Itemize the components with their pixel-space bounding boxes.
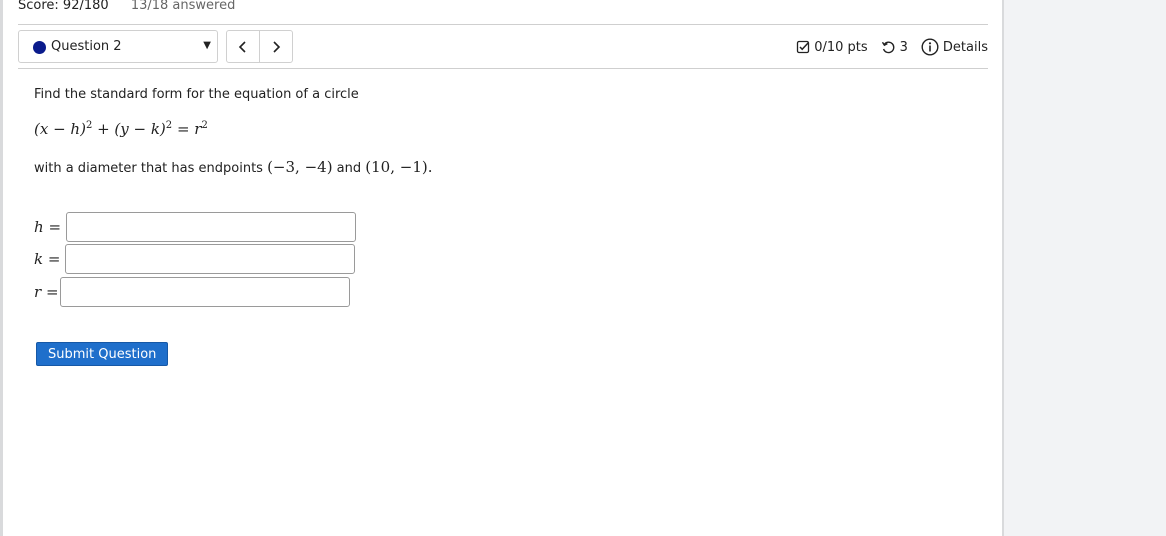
score-text: Score: 92/180 bbox=[18, 0, 109, 13]
h-input[interactable] bbox=[66, 212, 356, 242]
endpoint-1: (−3, −4) bbox=[267, 158, 333, 176]
details-label: Details bbox=[942, 39, 988, 55]
divider-bottom bbox=[18, 68, 988, 69]
h-var: h bbox=[34, 218, 44, 236]
question-select-label: Question 2 bbox=[51, 39, 122, 54]
endpoint-2: (10, −1) bbox=[365, 158, 428, 176]
r-input[interactable] bbox=[60, 277, 350, 307]
submit-question-button[interactable]: Submit Question bbox=[36, 342, 169, 366]
eq-part2: + (y − k) bbox=[92, 120, 166, 138]
h-label: h = bbox=[34, 218, 61, 236]
points-text: 0/10 pts bbox=[814, 39, 868, 55]
circle-equation: (x − h)2 + (y − k)2 = r2 bbox=[34, 120, 208, 138]
k-equals: = bbox=[43, 250, 61, 268]
info-icon bbox=[921, 38, 939, 56]
diameter-text: with a diameter that has endpoints bbox=[34, 161, 268, 176]
eq-part3: = r bbox=[172, 120, 202, 138]
k-var: k bbox=[34, 250, 44, 268]
sentence-period: . bbox=[427, 158, 433, 176]
k-input[interactable] bbox=[65, 244, 355, 274]
chevron-left-icon bbox=[238, 40, 246, 53]
k-label: k = bbox=[34, 250, 60, 268]
diameter-sentence: with a diameter that has endpoints (−3, … bbox=[34, 158, 433, 176]
next-question-button[interactable] bbox=[259, 30, 293, 63]
score-line: Score: 92/180 13/18 answered bbox=[18, 0, 235, 13]
r-equals: = bbox=[41, 283, 59, 301]
attempts-count: 3 bbox=[899, 39, 908, 55]
question-prompt: Find the standard form for the equation … bbox=[34, 87, 359, 102]
caret-down-icon: ▼ bbox=[203, 40, 211, 51]
chevron-right-icon bbox=[273, 40, 281, 53]
answered-count: 13/18 answered bbox=[130, 0, 236, 13]
divider-top bbox=[18, 24, 988, 25]
question-meta: 0/10 pts 3 Details bbox=[796, 38, 988, 56]
h-equals: = bbox=[43, 218, 62, 236]
r-label: r = bbox=[34, 283, 59, 301]
question-status-dot bbox=[33, 41, 46, 54]
question-page: Score: 92/180 13/18 answered Question 2 … bbox=[3, 0, 1004, 536]
previous-question-button[interactable] bbox=[226, 30, 260, 63]
eq-part1: (x − h) bbox=[34, 120, 86, 138]
question-select[interactable]: Question 2 ▼ bbox=[18, 30, 218, 63]
eq-exp3: 2 bbox=[201, 120, 208, 131]
details-link[interactable]: Details bbox=[921, 38, 988, 56]
and-text: and bbox=[332, 161, 366, 176]
checkbox-check-icon bbox=[797, 40, 810, 54]
retry-icon bbox=[881, 40, 895, 53]
